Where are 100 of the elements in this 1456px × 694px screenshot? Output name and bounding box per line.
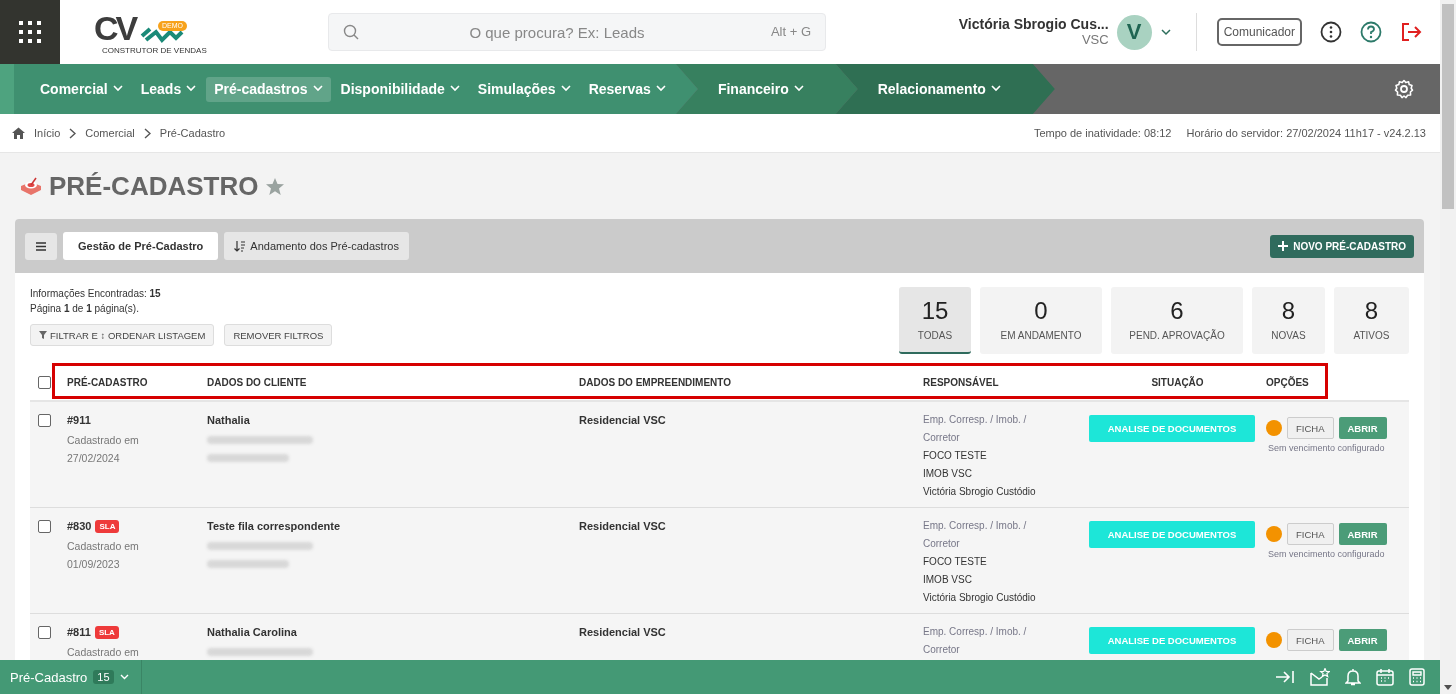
responsible-name: Victória Sbrogio Custódio: [923, 591, 1036, 605]
responsible-name: FOCO TESTE: [923, 449, 987, 463]
collapse-icon[interactable]: [1275, 669, 1295, 685]
menu-item[interactable]: Financeiro: [709, 76, 812, 102]
caret-icon[interactable]: [1159, 28, 1172, 36]
column-header: DADOS DO CLIENTE: [207, 376, 308, 388]
sla-badge: SLA: [95, 519, 120, 533]
filter-icon: [39, 331, 47, 339]
responsible-role: Emp. Corresp. / Imob. / Corretor: [923, 413, 1028, 445]
status-badge: ANALISE DE DOCUMENTOS: [1089, 627, 1255, 654]
column-header: DADOS DO EMPREENDIMENTO: [579, 376, 733, 388]
stat-tile[interactable]: 0 EM ANDAMENTO: [980, 287, 1102, 354]
responsible-role: Emp. Corresp. / Imob. / Corretor: [923, 519, 1028, 551]
responsible-name: FOCO TESTE: [923, 555, 987, 569]
count-badge: 15: [93, 670, 114, 684]
menu-item[interactable]: Disponibilidade: [332, 76, 468, 102]
project-name: Residencial VSC: [579, 625, 666, 639]
stat-tile[interactable]: 8 NOVAS: [1252, 287, 1325, 354]
responsible-role: Emp. Corresp. / Imob. / Corretor: [923, 625, 1028, 657]
help-icon[interactable]: [1360, 21, 1382, 43]
results-count: Informações Encontradas: 15: [30, 287, 162, 300]
chevron-down-icon: [655, 85, 666, 92]
row-checkbox[interactable]: [38, 520, 51, 533]
row-checkbox[interactable]: [38, 414, 51, 427]
home-icon[interactable]: [12, 127, 25, 139]
tab[interactable]: Gestão de Pré-Cadastro: [63, 232, 219, 260]
settings-icon[interactable]: [1394, 79, 1414, 99]
communicator-button[interactable]: Comunicador: [1216, 18, 1302, 46]
filter-button[interactable]: FILTRAR E ↕ ORDENAR LISTAGEM: [30, 324, 215, 346]
menu-item[interactable]: Reservas: [580, 76, 674, 102]
chevron-down-icon: [312, 85, 323, 92]
select-all-checkbox[interactable]: [38, 375, 51, 389]
star-icon[interactable]: [265, 176, 286, 196]
user-name: Victória Sbrogio Cus...: [958, 17, 1109, 32]
client-name: Nathalia: [207, 413, 250, 427]
status-text: Tempo de inatividade: 08:12: [1033, 127, 1172, 139]
registered-date: 01/09/2023: [67, 557, 120, 572]
stat-tile[interactable]: 6 PEND. APROVAÇÃO: [1111, 287, 1243, 354]
chevron-down-icon: [449, 85, 460, 92]
more-options-icon[interactable]: [1320, 21, 1342, 43]
chevron-down-icon: [186, 85, 197, 92]
calendar-icon[interactable]: [1376, 668, 1394, 686]
bell-icon[interactable]: [1345, 668, 1361, 686]
remove-filters-button[interactable]: REMOVER FILTROS: [224, 324, 333, 346]
chevron-down-icon: [990, 85, 1001, 92]
breadcrumb-link[interactable]: Pré-Cadastro: [159, 127, 226, 139]
target-icon: [20, 176, 42, 196]
responsible-name: IMOB VSC: [923, 573, 972, 587]
chevron-down-icon: [560, 85, 571, 92]
client-name: Nathalia Carolina: [207, 625, 297, 639]
registered-label: Cadastrado em: [67, 433, 139, 448]
registered-date: 27/02/2024: [67, 451, 120, 466]
chevron-right-icon: [69, 127, 77, 139]
sort-icon: [234, 240, 247, 252]
user-avatar[interactable]: V: [1116, 14, 1152, 50]
menu-icon: [36, 241, 46, 251]
details-button[interactable]: FICHA: [1287, 523, 1334, 545]
chevron-down-icon: [112, 85, 123, 92]
status-badge: ANALISE DE DOCUMENTOS: [1089, 415, 1255, 442]
scrollbar-thumb[interactable]: [1442, 4, 1454, 209]
logout-icon[interactable]: [1400, 21, 1422, 43]
page-info: Página 1 de 1 página(s).: [30, 302, 140, 315]
registered-label: Cadastrado em: [67, 539, 139, 554]
menu-item[interactable]: Relacionamento: [869, 76, 1009, 102]
search-icon: [343, 24, 359, 40]
record-id[interactable]: #911: [67, 414, 91, 426]
mail-star-icon[interactable]: [1310, 668, 1330, 686]
grid-icon: [18, 20, 42, 44]
project-name: Residencial VSC: [579, 519, 666, 533]
record-id[interactable]: #830: [67, 520, 92, 532]
scroll-down-arrow-icon[interactable]: [1444, 685, 1452, 690]
record-id[interactable]: #811: [67, 626, 91, 638]
chevron-right-icon: [143, 127, 151, 139]
tab[interactable]: Andamento dos Pré-cadastros: [224, 232, 409, 260]
column-header: SITUAÇÃO: [1150, 376, 1205, 388]
row-checkbox[interactable]: [38, 626, 51, 639]
current-page-tab[interactable]: Pré-Cadastro 15: [0, 660, 142, 694]
deadline-note: Sem vencimento configurado: [1268, 443, 1385, 453]
column-header: PRÉ-CADASTRO: [67, 376, 149, 388]
status-badge: ANALISE DE DOCUMENTOS: [1089, 521, 1255, 548]
new-pre-registration-button[interactable]: NOVO PRÉ-CADASTRO: [1270, 234, 1414, 258]
apps-menu-button[interactable]: [0, 0, 60, 64]
user-company: VSC: [1081, 32, 1109, 47]
client-name: Teste fila correspondente: [207, 519, 341, 533]
column-header: RESPONSÁVEL: [923, 376, 1000, 388]
breadcrumb-link[interactable]: Comercial: [85, 127, 135, 139]
breadcrumb-link[interactable]: Início: [34, 127, 61, 139]
menu-item[interactable]: Comercial: [32, 76, 131, 102]
details-button[interactable]: FICHA: [1287, 417, 1334, 439]
details-button[interactable]: FICHA: [1287, 629, 1334, 651]
shortcut-hint: Alt + G: [770, 24, 811, 39]
menu-button[interactable]: [25, 232, 57, 260]
menu-item[interactable]: Leads: [132, 76, 205, 102]
stat-tile[interactable]: 15 TODAS: [899, 287, 971, 354]
calculator-icon[interactable]: [1409, 668, 1425, 686]
chevron-down-icon: [119, 674, 129, 680]
registered-label: Cadastrado em: [67, 645, 139, 660]
menu-item[interactable]: Simulações: [469, 76, 579, 102]
stat-tile[interactable]: 8 ATIVOS: [1334, 287, 1409, 354]
project-name: Residencial VSC: [579, 413, 666, 427]
